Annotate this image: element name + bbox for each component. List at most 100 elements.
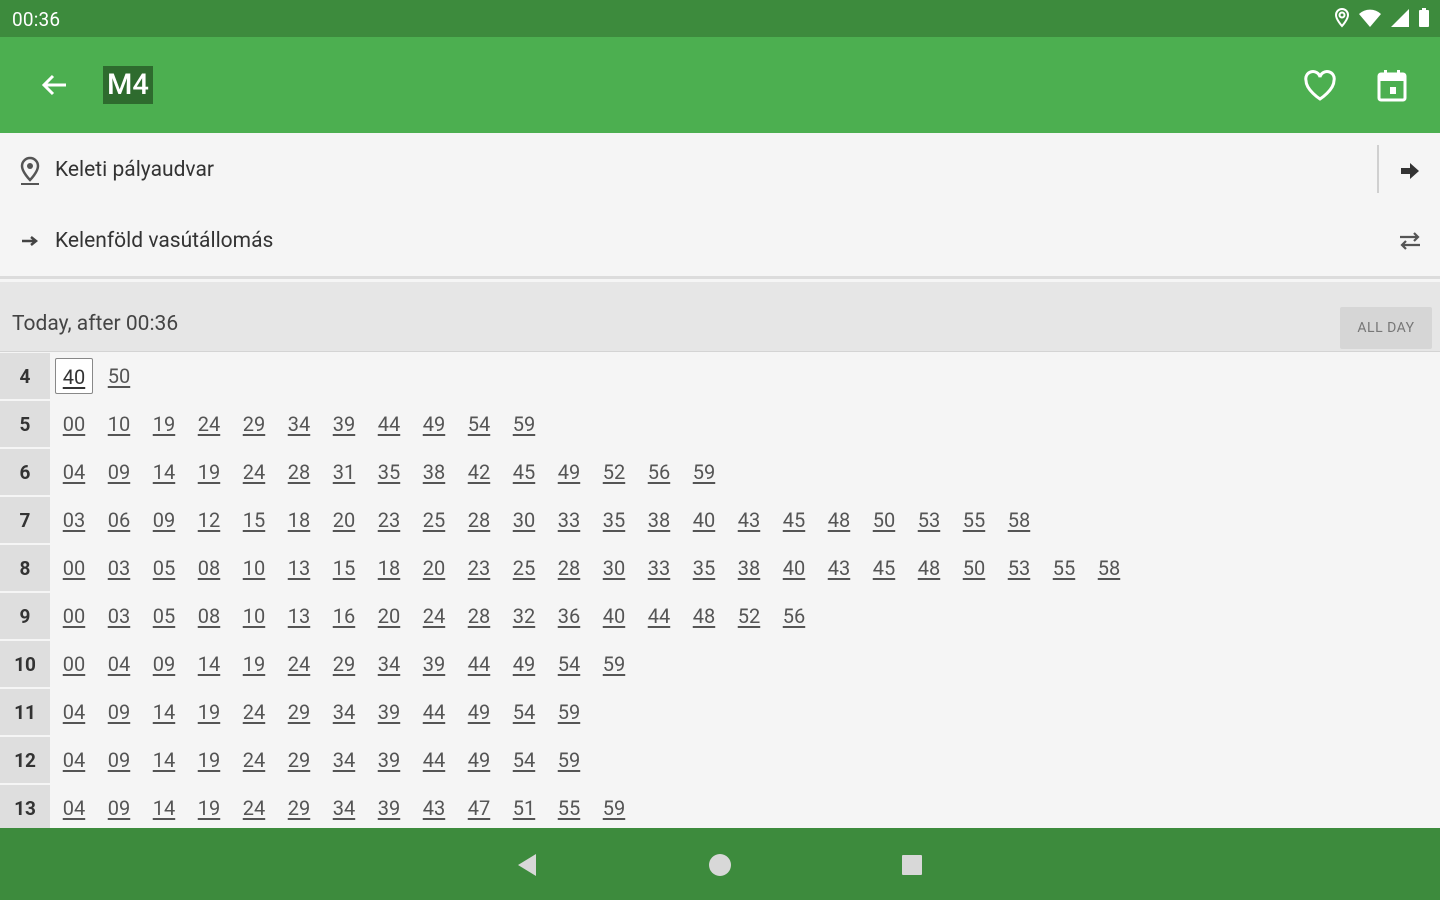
departure-minute[interactable]: 05 [145,598,183,634]
departure-minute[interactable]: 20 [415,550,453,586]
departure-minute[interactable]: 09 [145,646,183,682]
departure-minute[interactable]: 59 [595,790,633,826]
departure-minute[interactable]: 49 [550,454,588,490]
departure-minute[interactable]: 40 [595,598,633,634]
departure-minute[interactable]: 28 [550,550,588,586]
departure-minute[interactable]: 58 [1090,550,1128,586]
departure-minute[interactable]: 40 [775,550,813,586]
departure-minute[interactable]: 14 [145,454,183,490]
departure-minute[interactable]: 23 [460,550,498,586]
departure-minute[interactable]: 24 [235,742,273,778]
departure-minute[interactable]: 44 [460,646,498,682]
departure-minute[interactable]: 24 [235,694,273,730]
departure-minute[interactable]: 58 [1000,502,1038,538]
departure-minute[interactable]: 45 [505,454,543,490]
departure-minute[interactable]: 14 [190,646,228,682]
departure-minute[interactable]: 14 [145,790,183,826]
departure-minute[interactable]: 18 [280,502,318,538]
departure-minute[interactable]: 19 [190,454,228,490]
departure-minute[interactable]: 54 [550,646,588,682]
departure-minute[interactable]: 50 [100,358,138,394]
departure-minute[interactable]: 55 [1045,550,1083,586]
departure-minute[interactable]: 28 [460,502,498,538]
departure-minute[interactable]: 33 [640,550,678,586]
departure-minute[interactable]: 39 [370,694,408,730]
departure-minute[interactable]: 39 [370,742,408,778]
departure-minute[interactable]: 49 [460,694,498,730]
departure-minute[interactable]: 20 [370,598,408,634]
favorite-button[interactable] [1301,67,1339,105]
departure-minute[interactable]: 19 [145,406,183,442]
nav-home-button[interactable] [705,850,735,880]
departure-minute[interactable]: 09 [100,694,138,730]
departure-minute[interactable]: 39 [415,646,453,682]
departure-minute[interactable]: 30 [505,502,543,538]
departure-minute[interactable]: 50 [865,502,903,538]
departure-minute[interactable]: 04 [55,790,93,826]
departure-minute[interactable]: 13 [280,550,318,586]
departure-minute[interactable]: 08 [190,550,228,586]
departure-minute[interactable]: 39 [370,790,408,826]
departure-minute[interactable]: 28 [460,598,498,634]
departure-minute[interactable]: 23 [370,502,408,538]
departure-minute[interactable]: 12 [190,502,228,538]
departure-minute[interactable]: 31 [325,454,363,490]
departure-minute[interactable]: 10 [235,550,273,586]
departure-minute[interactable]: 24 [235,454,273,490]
departure-minute[interactable]: 16 [325,598,363,634]
departure-minute[interactable]: 54 [460,406,498,442]
departure-minute[interactable]: 00 [55,598,93,634]
departure-minute[interactable]: 59 [550,742,588,778]
departure-minute[interactable]: 25 [505,550,543,586]
departure-minute[interactable]: 43 [820,550,858,586]
departure-minute[interactable]: 08 [190,598,228,634]
departure-minute[interactable]: 24 [280,646,318,682]
departure-minute[interactable]: 54 [505,742,543,778]
departure-minute[interactable]: 28 [280,454,318,490]
departure-minute[interactable]: 29 [280,694,318,730]
departure-minute[interactable]: 42 [460,454,498,490]
departure-minute[interactable]: 04 [100,646,138,682]
departure-minute[interactable]: 30 [595,550,633,586]
departure-minute[interactable]: 40 [55,358,93,394]
departure-minute[interactable]: 14 [145,742,183,778]
departure-minute[interactable]: 53 [910,502,948,538]
direction-button[interactable] [1392,153,1428,189]
departure-minute[interactable]: 34 [370,646,408,682]
departure-minute[interactable]: 09 [100,790,138,826]
departure-minute[interactable]: 59 [505,406,543,442]
departure-minute[interactable]: 56 [775,598,813,634]
departure-minute[interactable]: 19 [190,742,228,778]
departure-minute[interactable]: 03 [100,598,138,634]
departure-minute[interactable]: 10 [100,406,138,442]
swap-direction-button[interactable] [1392,223,1428,259]
departure-minute[interactable]: 29 [280,742,318,778]
departure-minute[interactable]: 52 [730,598,768,634]
departure-minute[interactable]: 48 [685,598,723,634]
departure-minute[interactable]: 44 [415,694,453,730]
back-button[interactable] [36,67,72,103]
departure-minute[interactable]: 03 [55,502,93,538]
departure-minute[interactable]: 54 [505,694,543,730]
departure-minute[interactable]: 19 [190,694,228,730]
departure-minute[interactable]: 03 [100,550,138,586]
calendar-button[interactable] [1373,67,1411,105]
departure-minute[interactable]: 38 [415,454,453,490]
departure-minute[interactable]: 09 [100,454,138,490]
departure-minute[interactable]: 09 [100,742,138,778]
departure-minute[interactable]: 05 [145,550,183,586]
departure-minute[interactable]: 13 [280,598,318,634]
departure-minute[interactable]: 20 [325,502,363,538]
departure-minute[interactable]: 59 [685,454,723,490]
departure-minute[interactable]: 43 [415,790,453,826]
departure-minute[interactable]: 00 [55,550,93,586]
departure-minute[interactable]: 44 [370,406,408,442]
departure-minute[interactable]: 50 [955,550,993,586]
departure-minute[interactable]: 04 [55,454,93,490]
departure-minute[interactable]: 15 [235,502,273,538]
departure-minute[interactable]: 59 [550,694,588,730]
nav-recents-button[interactable] [897,850,927,880]
departure-minute[interactable]: 33 [550,502,588,538]
departure-minute[interactable]: 56 [640,454,678,490]
departure-minute[interactable]: 18 [370,550,408,586]
